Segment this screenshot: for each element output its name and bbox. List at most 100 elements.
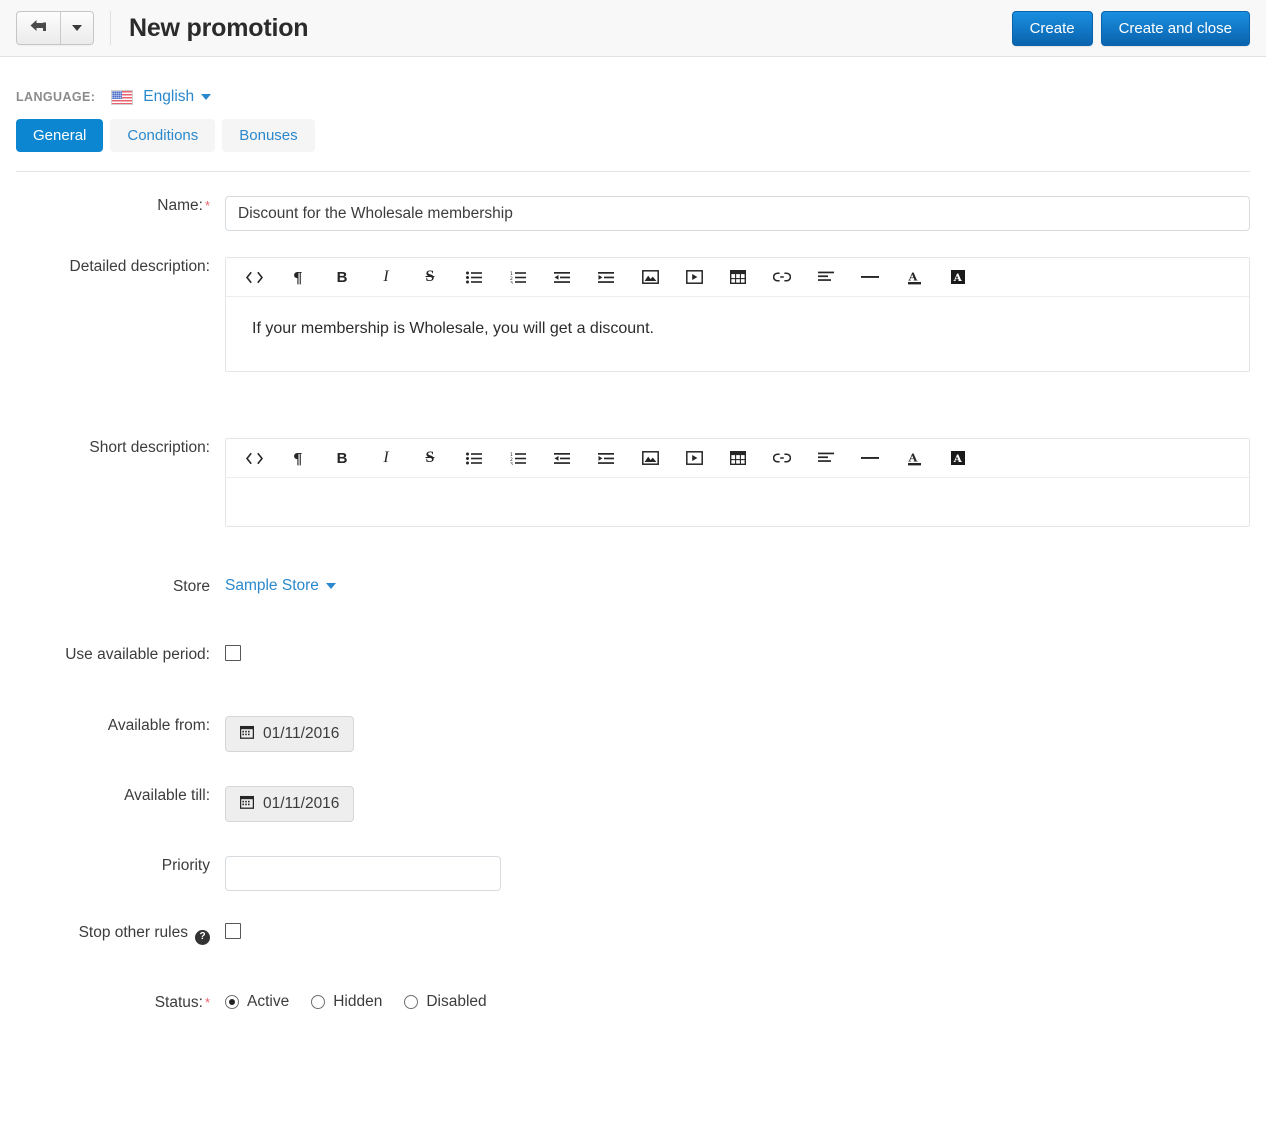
tab-bar: General Conditions Bonuses — [0, 105, 1266, 152]
link-icon[interactable] — [760, 259, 804, 296]
short-description-editor[interactable]: ¶ B I S 123 A A — [225, 438, 1250, 527]
align-left-icon[interactable] — [804, 259, 848, 296]
calendar-icon — [239, 725, 255, 744]
form-row-use-available-period: Use available period: — [0, 645, 1266, 666]
video-icon[interactable] — [672, 259, 716, 296]
form-row-detailed-description: Detailed description: ¶ B I S 1 2 3 A A … — [0, 257, 1266, 372]
italic-icon[interactable]: I — [364, 440, 408, 477]
link-icon[interactable] — [760, 440, 804, 477]
status-option-hidden[interactable]: Hidden — [311, 993, 382, 1011]
store-label: Store — [172, 578, 210, 595]
tab-conditions[interactable]: Conditions — [110, 119, 216, 152]
svg-text:3: 3 — [510, 280, 513, 284]
radio-active[interactable] — [225, 994, 239, 1009]
strikethrough-icon[interactable]: S — [408, 259, 452, 296]
back-dropdown-button[interactable] — [61, 12, 93, 44]
name-input[interactable] — [225, 196, 1250, 231]
svg-text:A: A — [953, 272, 963, 284]
detailed-description-toolbar: ¶ B I S 123 A A — [226, 258, 1249, 297]
radio-disabled[interactable] — [404, 994, 419, 1009]
detailed-description-editor[interactable]: ¶ B I S 123 A A If your membership is Wh… — [225, 257, 1250, 372]
svg-text:¶: ¶ — [293, 451, 303, 466]
help-circle-icon[interactable]: ? — [195, 929, 210, 945]
strikethrough-icon[interactable]: S — [408, 440, 452, 477]
align-left-icon[interactable] — [804, 440, 848, 477]
form-row-status: Status: * Active Hidden Disabled — [0, 993, 1266, 1013]
bold-icon[interactable]: B — [320, 440, 364, 477]
promotion-form: Name:* Detailed description: ¶ B I S — [0, 172, 1266, 1013]
stop-other-rules-checkbox[interactable] — [225, 923, 241, 939]
font-color-icon[interactable]: A — [892, 440, 936, 477]
status-label: Status: * — [154, 993, 210, 1011]
available-till-date-picker[interactable]: 01/11/2016 — [225, 786, 355, 822]
svg-text:3: 3 — [510, 461, 513, 465]
svg-text:A: A — [953, 453, 963, 465]
name-label: Name: * — [157, 197, 210, 214]
detailed-description-content[interactable]: If your membership is Wholesale, you wil… — [226, 297, 1249, 371]
store-selector[interactable]: Sample Store — [225, 577, 336, 595]
detailed-description-label: Detailed description: — [69, 258, 210, 275]
image-icon[interactable] — [628, 440, 672, 477]
table-icon[interactable] — [716, 259, 760, 296]
paragraph-icon[interactable]: ¶ — [276, 440, 320, 477]
form-row-short-description: Short description: ¶ B I S 1 2 3 A A — [0, 438, 1266, 527]
status-option-disabled[interactable]: Disabled — [404, 992, 487, 1011]
paragraph-icon[interactable]: ¶ — [276, 259, 320, 296]
source-code-icon[interactable] — [232, 259, 276, 296]
language-selector[interactable]: English — [143, 88, 212, 106]
svg-text:¶: ¶ — [293, 270, 303, 285]
bullet-list-icon[interactable] — [452, 440, 496, 477]
available-from-value: 01/11/2016 — [263, 725, 340, 742]
indent-icon[interactable] — [584, 259, 628, 296]
language-bar: LANGUAGE: English — [0, 57, 1266, 105]
available-till-value: 01/11/2016 — [263, 795, 340, 812]
indent-icon[interactable] — [584, 440, 628, 477]
required-marker: * — [204, 198, 210, 213]
status-option-active[interactable]: Active — [225, 993, 289, 1011]
us-flag-icon — [111, 89, 134, 105]
numbered-list-icon[interactable]: 123 — [496, 440, 540, 477]
font-color-icon[interactable]: A — [892, 259, 936, 296]
highlight-color-icon[interactable]: A — [936, 259, 980, 296]
italic-icon[interactable]: I — [364, 259, 408, 296]
available-from-date-picker[interactable]: 01/11/2016 — [225, 716, 355, 752]
numbered-list-icon[interactable]: 123 — [496, 259, 540, 296]
page-title: New promotion — [129, 13, 309, 42]
stop-other-rules-label: Stop other rules? — [0, 923, 225, 945]
status-option-disabled-label: Disabled — [426, 992, 487, 1010]
outdent-icon[interactable] — [540, 440, 584, 477]
form-row-available-from: Available from: 01/11/2016 — [0, 716, 1266, 752]
back-button-group[interactable] — [16, 11, 94, 45]
form-row-stop-other-rules: Stop other rules? — [0, 923, 1266, 945]
priority-input[interactable] — [225, 856, 501, 891]
highlight-color-icon[interactable]: A — [936, 440, 980, 477]
status-radio-group: Active Hidden Disabled — [225, 993, 1250, 1011]
page-header: New promotion Create Create and close — [0, 0, 1266, 57]
header-divider — [110, 11, 111, 45]
video-icon[interactable] — [672, 440, 716, 477]
back-button[interactable] — [17, 12, 61, 44]
image-icon[interactable] — [628, 259, 672, 296]
tab-bonuses[interactable]: Bonuses — [222, 119, 315, 152]
priority-label: Priority — [161, 857, 210, 874]
chevron-down-icon — [72, 25, 82, 31]
table-icon[interactable] — [716, 440, 760, 477]
outdent-icon[interactable] — [540, 259, 584, 296]
radio-hidden[interactable] — [311, 994, 326, 1009]
bold-icon[interactable]: B — [320, 259, 364, 296]
tab-general[interactable]: General — [16, 119, 104, 152]
caret-down-icon — [201, 94, 212, 100]
create-button[interactable]: Create — [1011, 11, 1093, 46]
header-actions: Create Create and close — [1011, 11, 1250, 46]
form-row-store: Store Sample Store — [0, 577, 1266, 597]
short-description-content[interactable] — [226, 478, 1249, 526]
language-label: LANGUAGE: — [16, 90, 96, 104]
create-and-close-button[interactable]: Create and close — [1100, 11, 1250, 46]
horizontal-rule-icon[interactable] — [848, 259, 892, 296]
source-code-icon[interactable] — [232, 440, 276, 477]
bullet-list-icon[interactable] — [452, 259, 496, 296]
status-option-active-label: Active — [247, 992, 290, 1010]
horizontal-rule-icon[interactable] — [848, 440, 892, 477]
use-available-period-checkbox[interactable] — [225, 645, 241, 661]
calendar-icon — [239, 795, 255, 814]
